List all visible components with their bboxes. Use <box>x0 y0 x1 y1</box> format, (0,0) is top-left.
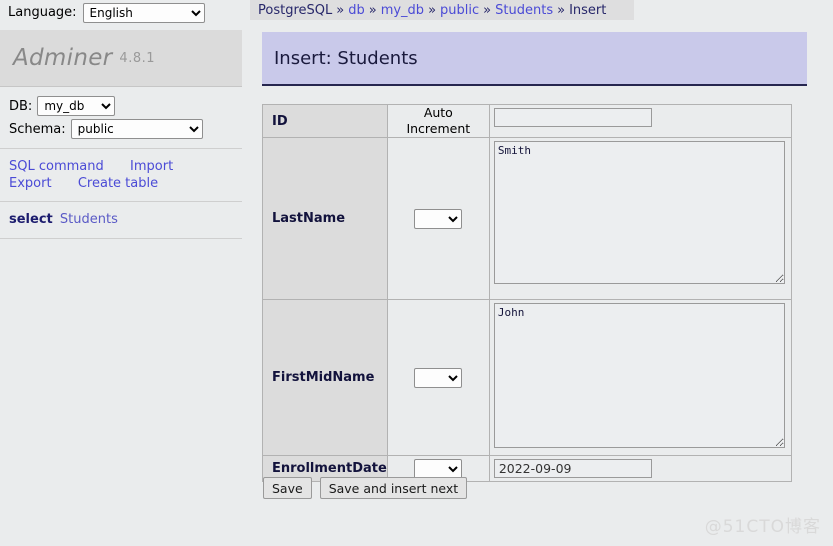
adminer-logo-text[interactable]: Adminer <box>13 45 112 71</box>
actions-line-2: Export Create table <box>9 175 233 192</box>
breadcrumb-separator: » <box>428 2 437 18</box>
breadcrumb-item-db[interactable]: db <box>348 3 365 18</box>
value-cell-id <box>488 104 792 138</box>
breadcrumb-separator: » <box>336 2 345 18</box>
table-link-students[interactable]: Students <box>60 212 118 227</box>
function-cell-firstmidname <box>386 299 490 456</box>
id-input[interactable] <box>493 108 652 127</box>
lastname-textarea[interactable]: Smith <box>493 141 785 284</box>
main-content: PostgreSQL » db » my_db » public » Stude… <box>250 0 833 546</box>
watermark: @51CTO博客 <box>704 517 821 537</box>
field-label-lastname: LastName <box>262 137 388 300</box>
value-cell-enrollmentdate <box>488 455 792 482</box>
auto-increment-label: Auto Increment <box>406 105 471 136</box>
save-button[interactable]: Save <box>263 477 312 499</box>
page-title-bar: Insert: Students <box>262 32 807 86</box>
breadcrumb-item-students[interactable]: Students <box>495 3 553 18</box>
db-select[interactable]: my_db <box>37 96 116 116</box>
adminer-logo-block: Adminer 4.8.1 <box>0 30 242 87</box>
page-title: Insert: Students <box>274 47 418 69</box>
db-schema-section: DB: my_db Schema: public <box>0 88 242 149</box>
table-row-id: ID Auto Increment <box>262 104 792 138</box>
value-cell-firstmidname: John <box>488 299 792 456</box>
breadcrumb-item-public[interactable]: public <box>440 3 479 18</box>
sidebar-actions-section: SQL command Import Export Create table <box>0 149 242 202</box>
breadcrumb-item-postgresql: PostgreSQL <box>258 2 333 18</box>
table-row-firstmidname: FirstMidName John <box>262 299 792 456</box>
value-cell-lastname: Smith <box>488 137 792 300</box>
schema-select[interactable]: public <box>70 119 203 139</box>
sidebar: DB: my_db Schema: public SQL command Imp… <box>0 88 242 546</box>
schema-row: Schema: public <box>9 119 233 139</box>
actions-line-1: SQL command Import <box>9 158 233 175</box>
breadcrumb: PostgreSQL » db » my_db » public » Stude… <box>250 0 634 20</box>
language-select[interactable]: English <box>82 2 205 23</box>
breadcrumb-item-my-db[interactable]: my_db <box>381 3 424 18</box>
field-label-id: ID <box>262 104 388 138</box>
field-label-firstmidname: FirstMidName <box>262 299 388 456</box>
save-and-insert-next-button[interactable]: Save and insert next <box>319 477 468 499</box>
language-label: Language: <box>8 5 77 20</box>
adminer-version-label: 4.8.1 <box>119 50 155 66</box>
export-link[interactable]: Export <box>9 176 52 191</box>
db-label: DB: <box>9 98 33 114</box>
schema-label: Schema: <box>9 121 66 137</box>
firstmidname-textarea[interactable]: John <box>493 303 785 448</box>
select-keyword-link[interactable]: select <box>9 212 53 227</box>
language-bar: Language: English <box>0 0 242 25</box>
sidebar-tables-section: select Students <box>0 202 242 239</box>
function-cell-id: Auto Increment <box>386 104 490 138</box>
breadcrumb-separator: » <box>483 2 492 18</box>
breadcrumb-item-insert: Insert <box>569 2 607 18</box>
breadcrumb-separator: » <box>557 2 566 18</box>
create-table-link[interactable]: Create table <box>78 176 158 191</box>
sql-command-link[interactable]: SQL command <box>9 159 104 174</box>
table-row-lastname: LastName Smith <box>262 137 792 300</box>
function-cell-lastname <box>386 137 490 300</box>
function-select-firstmidname[interactable] <box>414 367 463 388</box>
import-link[interactable]: Import <box>130 159 173 174</box>
enrollmentdate-input[interactable] <box>493 459 652 478</box>
insert-form-table: ID Auto Increment LastName Smith FirstMi… <box>262 104 792 482</box>
form-button-row: Save Save and insert next <box>263 477 475 499</box>
function-select-lastname[interactable] <box>414 208 463 229</box>
function-select-enrollmentdate[interactable] <box>414 458 463 479</box>
breadcrumb-separator: » <box>368 2 377 18</box>
db-row: DB: my_db <box>9 96 233 116</box>
